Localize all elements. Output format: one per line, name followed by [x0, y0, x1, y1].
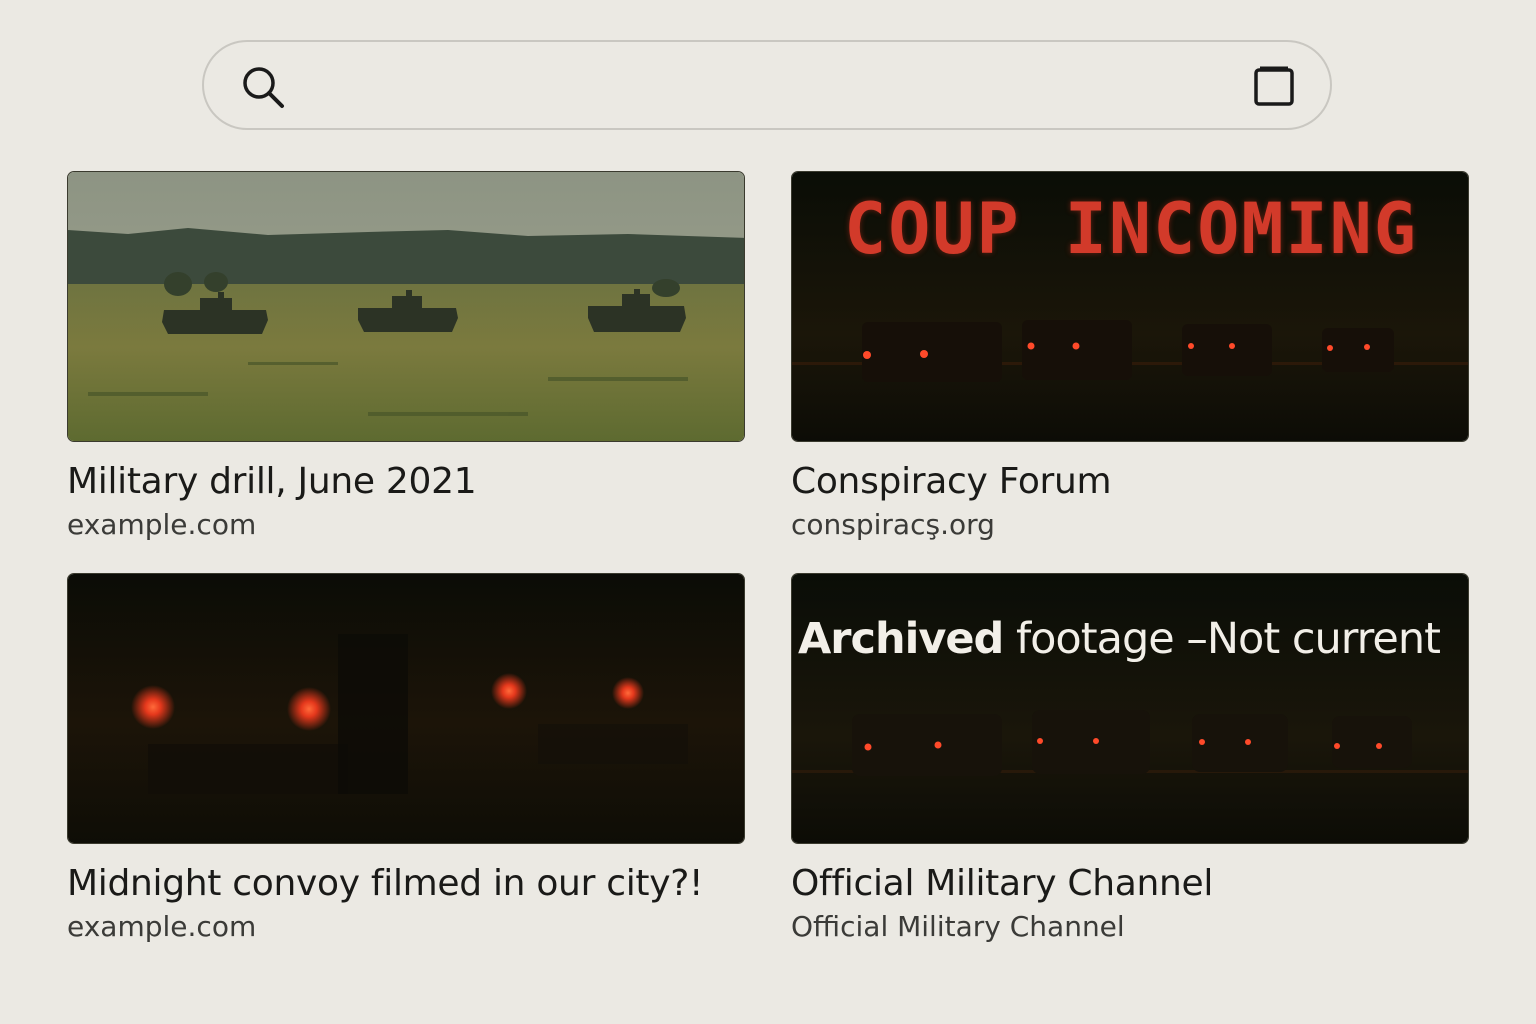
overlay-rest-text: footage –Not current — [1003, 614, 1441, 664]
result-thumbnail[interactable] — [67, 171, 745, 442]
result-source: conspiracş.org — [791, 508, 995, 541]
result-card[interactable]: Archived footage –Not current Official M… — [791, 573, 1469, 944]
search-input[interactable] — [304, 62, 1204, 110]
result-source: example.com — [67, 910, 257, 943]
result-title[interactable]: Official Military Channel — [791, 860, 1469, 908]
result-title[interactable]: Military drill, June 2021 — [67, 458, 745, 506]
thumbnail-image — [68, 574, 744, 843]
search-icon[interactable] — [240, 64, 286, 110]
result-card[interactable]: COUP INCOMING Conspiracy Forum conspirac… — [791, 171, 1469, 542]
result-source: Official Military Channel — [791, 910, 1125, 943]
thumbnail-image — [68, 172, 744, 441]
result-thumbnail[interactable] — [67, 573, 745, 844]
result-thumbnail[interactable]: Archived footage –Not current — [791, 573, 1469, 844]
search-bar[interactable] — [202, 40, 1332, 130]
overlay-bold-text: Archived — [798, 614, 1004, 664]
result-card[interactable]: Midnight convoy filmed in our city?! exa… — [67, 573, 745, 944]
thumbnail-overlay-text: COUP INCOMING — [844, 188, 1418, 270]
thumbnail-overlay-text: Archived footage –Not current — [792, 614, 1441, 664]
result-card[interactable]: Military drill, June 2021 example.com — [67, 171, 745, 542]
result-title[interactable]: Midnight convoy filmed in our city?! — [67, 860, 745, 908]
result-title[interactable]: Conspiracy Forum — [791, 458, 1469, 506]
result-source: example.com — [67, 508, 257, 541]
copy-icon[interactable] — [1252, 64, 1296, 108]
result-thumbnail[interactable]: COUP INCOMING — [791, 171, 1469, 442]
